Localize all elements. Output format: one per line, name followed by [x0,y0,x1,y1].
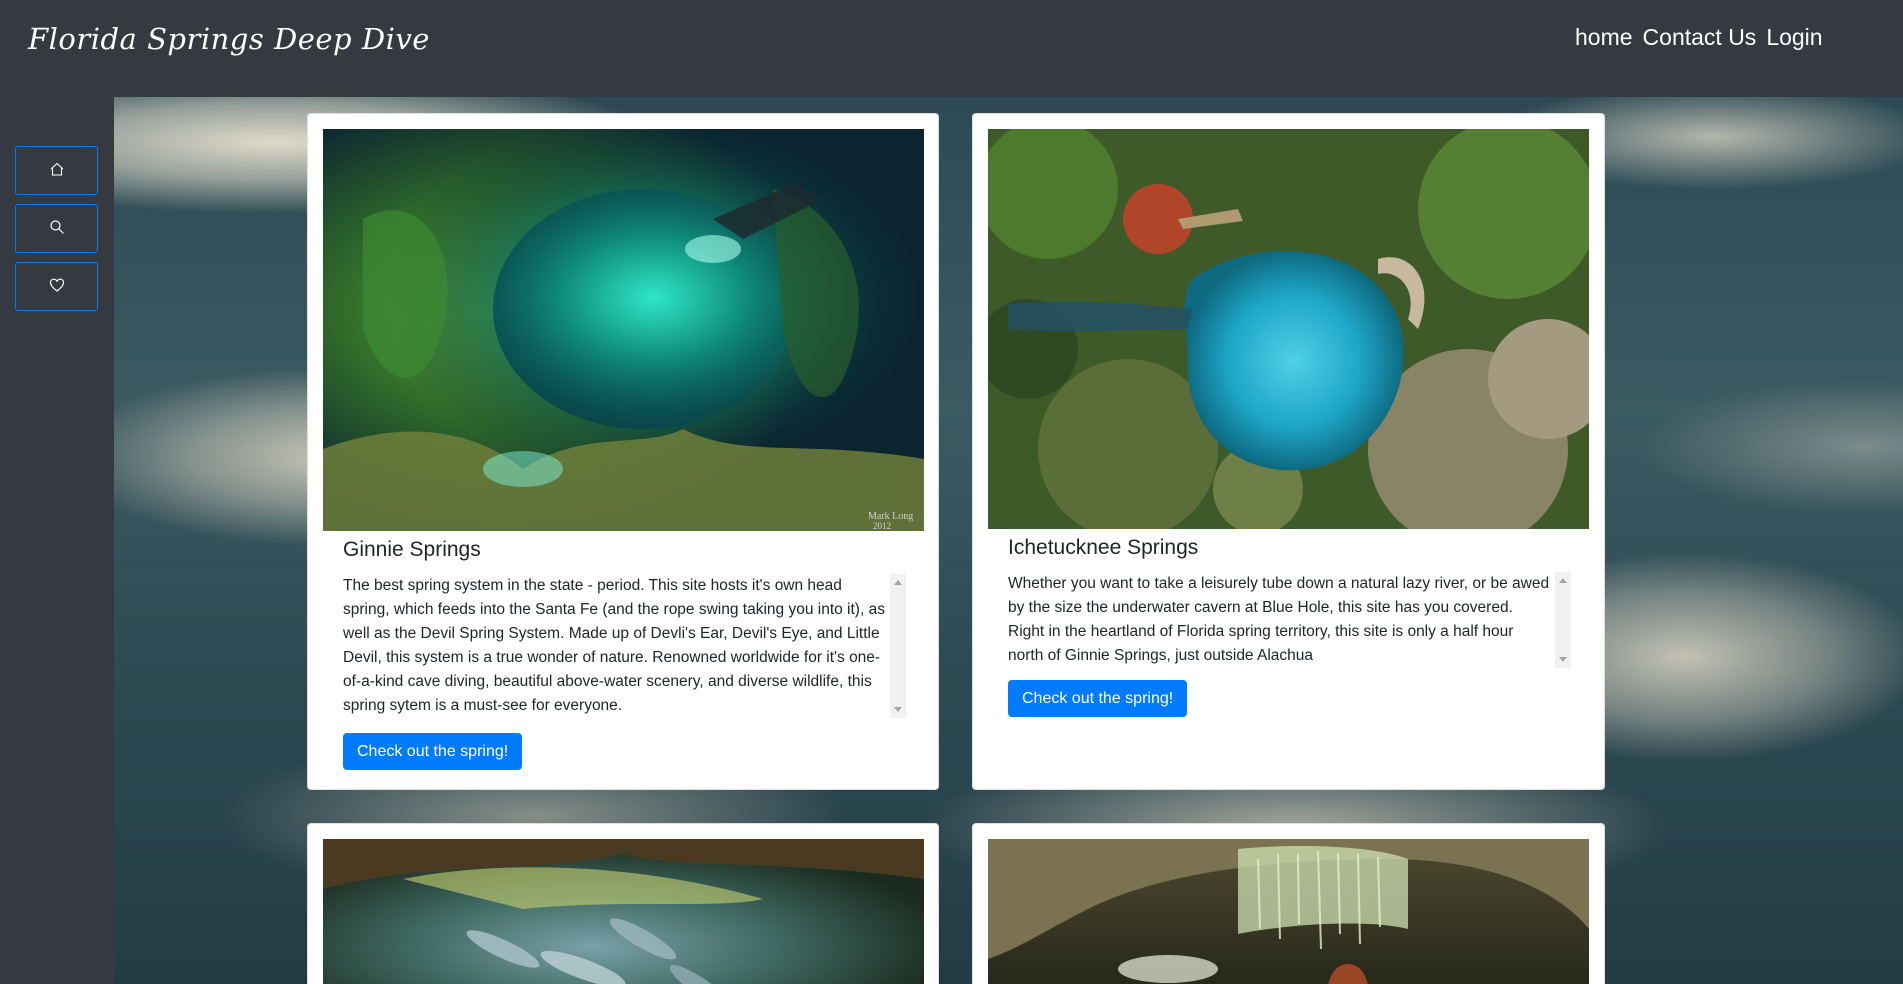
search-icon [49,219,65,239]
card-title: Ginnie Springs [343,538,481,561]
card-description: Whether you want to take a leisurely tub… [1008,575,1550,664]
home-button[interactable] [15,146,98,195]
top-navbar: Florida Springs Deep Dive home Contact U… [0,0,1903,97]
main-content: Mark Long 2012 Ginnie Springs The best s… [114,97,1903,984]
check-out-spring-button[interactable]: Check out the spring! [343,733,523,770]
search-button[interactable] [15,204,98,253]
card-description: The best spring system in the state - pe… [343,577,885,714]
ginnie-springs-image: Mark Long 2012 [323,129,924,531]
card-text-scroll[interactable]: Whether you want to take a leisurely tub… [1008,572,1571,668]
sidebar [0,97,114,984]
nav-link-login[interactable]: Login [1766,24,1822,51]
favorites-button[interactable] [15,262,98,311]
scroll-up-icon[interactable] [1559,578,1567,583]
nav-link-home[interactable]: home [1575,24,1633,51]
spring-card-4 [972,823,1605,984]
check-out-spring-button[interactable]: Check out the spring! [1008,680,1188,717]
card-scrollbar[interactable] [890,574,906,718]
scroll-down-icon[interactable] [894,707,902,712]
spring-card-ginnie: Mark Long 2012 Ginnie Springs The best s… [307,113,939,790]
brand-title[interactable]: Florida Springs Deep Dive [28,22,430,56]
scroll-down-icon[interactable] [1559,657,1567,662]
house-icon [49,161,65,181]
spring-image-cave [988,839,1589,984]
heart-icon [49,277,65,297]
card-title: Ichetucknee Springs [1008,536,1199,559]
spring-card-ichetucknee: Ichetucknee Springs Whether you want to … [972,113,1605,790]
scroll-up-icon[interactable] [894,580,902,585]
nav-link-contact-us[interactable]: Contact Us [1643,24,1757,51]
ichetucknee-springs-image [988,129,1589,529]
card-scrollbar[interactable] [1555,572,1571,668]
nav-links: home Contact Us Login [1575,24,1823,51]
card-text-scroll[interactable]: The best spring system in the state - pe… [343,574,906,718]
spring-card-3 [307,823,939,984]
svg-text:2012: 2012 [873,521,891,531]
spring-image-fish [323,839,924,984]
